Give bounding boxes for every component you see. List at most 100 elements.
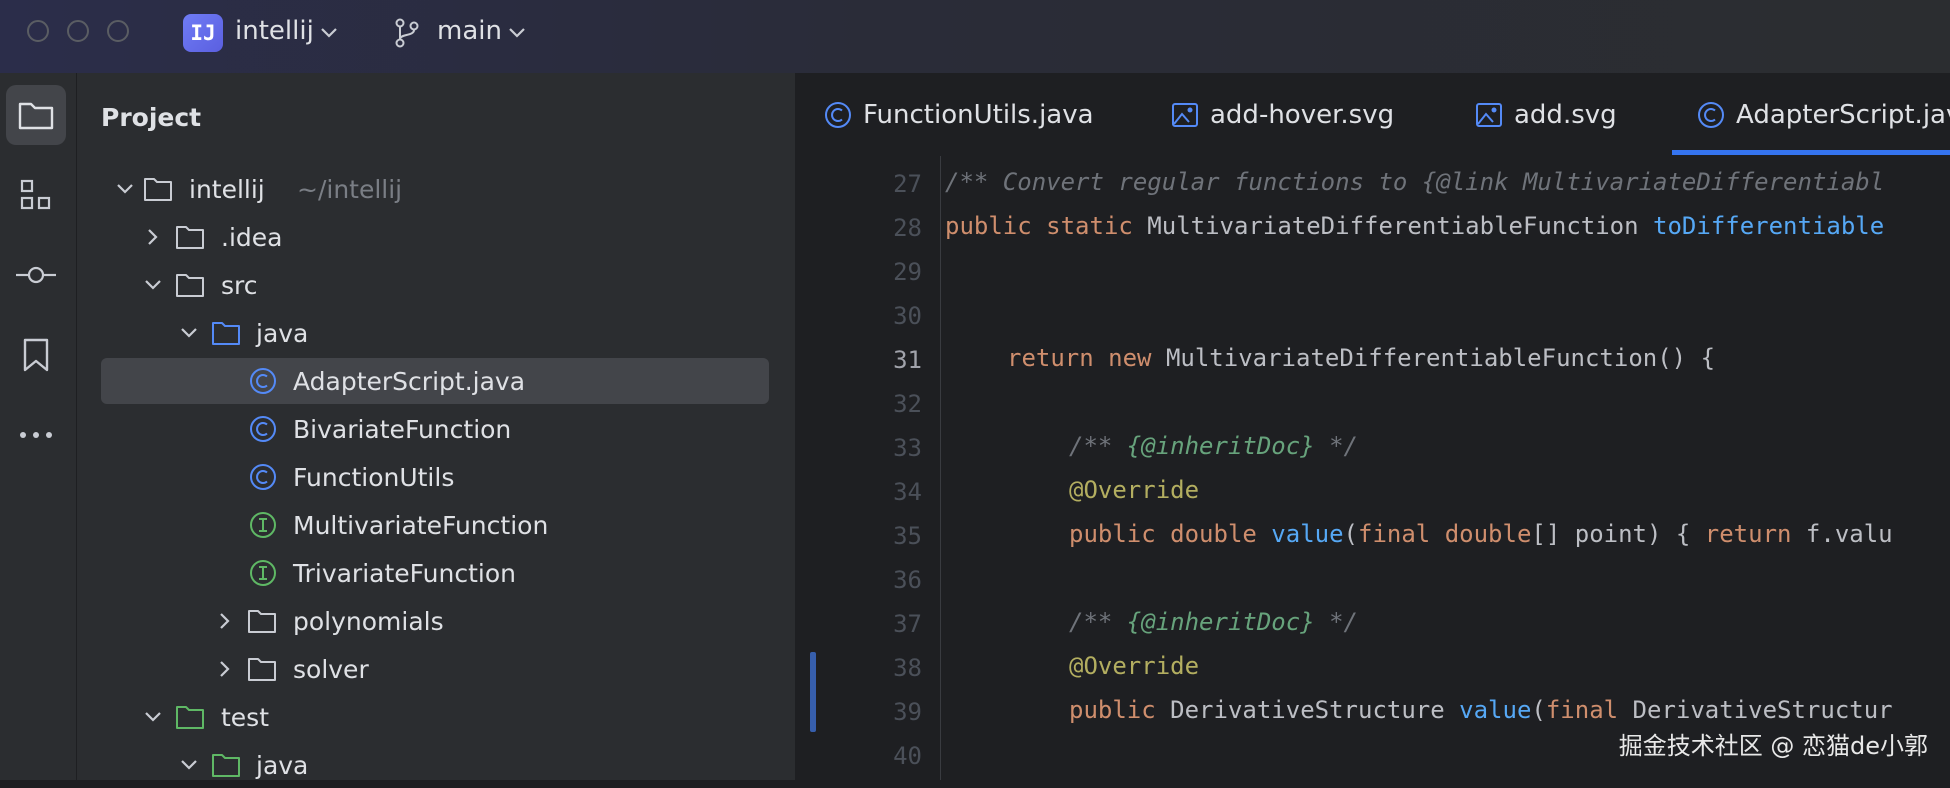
line-number: 38	[893, 654, 922, 682]
code-text: MultivariateDifferentiableFunction() {	[1151, 344, 1716, 372]
project-panel: Project intellij ~/intellij .idea src ja…	[77, 73, 796, 780]
title-bar: IJ intellij main	[0, 0, 1950, 74]
active-tab-indicator	[1672, 150, 1950, 155]
code-text: [] point) {	[1531, 520, 1705, 548]
keyword: public double	[1069, 520, 1257, 548]
tree-item-solver[interactable]: solver	[101, 646, 769, 692]
keyword: final double	[1358, 520, 1532, 548]
chevron-right-icon[interactable]	[215, 659, 235, 679]
tree-item-bivariatefunction[interactable]: BivariateFunction	[101, 406, 769, 452]
code-line-31: return new MultivariateDifferentiableFun…	[1007, 344, 1715, 372]
close-window-button[interactable]	[27, 20, 49, 42]
line-number: 32	[893, 390, 922, 418]
test-folder-icon	[176, 706, 204, 729]
class-icon	[250, 464, 276, 490]
line-number: 34	[893, 478, 922, 506]
tree-item-label: FunctionUtils	[293, 462, 455, 492]
chevron-down-icon[interactable]	[179, 323, 199, 343]
tree-item-adapterscript[interactable]: AdapterScript.java	[101, 358, 769, 404]
code-editor[interactable]: /** Convert regular functions to {@link …	[941, 156, 1950, 780]
tab-label: FunctionUtils.java	[863, 99, 1094, 130]
folder-icon	[248, 610, 276, 633]
tab-label: add.svg	[1514, 99, 1617, 130]
tree-item-label: TrivariateFunction	[293, 558, 516, 588]
branch-name[interactable]: main	[437, 16, 502, 46]
comment: /**	[1069, 432, 1127, 460]
tree-item-java-source[interactable]: java	[101, 310, 769, 356]
keyword: return	[1704, 520, 1792, 548]
maximize-window-button[interactable]	[107, 20, 129, 42]
code-line-39: public DerivativeStructure value(final D…	[1069, 696, 1893, 724]
tab-functionutils[interactable]: FunctionUtils.java	[823, 73, 1094, 156]
code-text: (	[1343, 520, 1358, 548]
tab-add-svg[interactable]: add.svg	[1474, 73, 1617, 156]
type: MultivariateDifferentiableFunction	[1132, 212, 1654, 240]
chevron-down-icon[interactable]	[320, 26, 338, 40]
tree-item-intellij[interactable]: intellij ~/intellij	[101, 166, 769, 212]
minimize-window-button[interactable]	[67, 20, 89, 42]
more-tools-button[interactable]	[6, 405, 66, 465]
test-folder-icon	[212, 754, 240, 777]
tree-item-functionutils[interactable]: FunctionUtils	[101, 454, 769, 500]
code-line-28: public static MultivariateDifferentiable…	[945, 212, 1884, 240]
folder-icon	[176, 274, 204, 297]
code-line-34: @Override	[1069, 476, 1199, 504]
comment: /**	[1069, 608, 1127, 636]
chevron-right-icon[interactable]	[143, 227, 163, 247]
line-number-current: 31	[893, 346, 922, 374]
tree-item-multivariatefunction[interactable]: MultivariateFunction	[101, 502, 769, 548]
tree-item-src[interactable]: src	[101, 262, 769, 308]
structure-tool-button[interactable]	[6, 165, 66, 225]
javadoc-tag: {@inheritDoc}	[1126, 608, 1315, 636]
chevron-down-icon[interactable]	[143, 275, 163, 295]
folder-icon	[248, 658, 276, 681]
tree-item-trivariatefunction[interactable]: TrivariateFunction	[101, 550, 769, 596]
bookmarks-tool-button[interactable]	[6, 325, 66, 385]
tree-item-java-test[interactable]: java	[101, 742, 769, 788]
method-name: toDifferentiable	[1653, 212, 1885, 240]
tree-item-test[interactable]: test	[101, 694, 769, 740]
tree-item-idea[interactable]: .idea	[101, 214, 769, 260]
class-icon	[825, 101, 851, 128]
project-badge[interactable]: IJ	[183, 14, 223, 52]
line-number: 27	[893, 170, 922, 198]
vcs-change-marker[interactable]	[810, 652, 816, 732]
line-number-gutter[interactable]: 27 28 29 30 31 32 33 34 35 36 37 38 39 4…	[796, 156, 941, 780]
keyword: final	[1545, 696, 1619, 724]
chevron-down-icon[interactable]	[143, 707, 163, 727]
tree-item-path-hint: ~/intellij	[297, 174, 403, 204]
structure-icon	[20, 179, 51, 210]
chevron-down-icon[interactable]	[179, 755, 199, 775]
interface-icon	[250, 512, 276, 538]
line-number: 40	[893, 742, 922, 770]
tree-item-label: BivariateFunction	[293, 414, 512, 444]
tab-adapterscript[interactable]: AdapterScript.java	[1696, 73, 1950, 156]
code-text: (	[1531, 696, 1546, 724]
commit-tool-button[interactable]	[6, 245, 66, 305]
tree-item-label: java	[256, 318, 309, 348]
tree-item-label: intellij	[189, 174, 265, 204]
comment: */	[1314, 608, 1358, 636]
project-name[interactable]: intellij	[235, 16, 314, 46]
chevron-down-icon[interactable]	[115, 179, 135, 199]
tree-item-label: .idea	[221, 222, 283, 252]
code-text: f.valu	[1791, 520, 1893, 548]
tree-item-polynomials[interactable]: polynomials	[101, 598, 769, 644]
git-branch-icon[interactable]	[394, 18, 420, 48]
line-number: 33	[893, 434, 922, 462]
tab-add-hover-svg[interactable]: add-hover.svg	[1170, 73, 1394, 156]
code-line-37: /** {@inheritDoc} */	[1069, 608, 1358, 636]
chevron-right-icon[interactable]	[215, 611, 235, 631]
more-icon	[20, 432, 52, 438]
keyword: public static	[945, 212, 1133, 240]
interface-icon	[250, 560, 276, 586]
keyword: public	[1069, 696, 1156, 724]
commit-icon	[16, 266, 56, 284]
project-tool-button[interactable]	[6, 85, 66, 145]
type: DerivativeStructure	[1155, 696, 1460, 724]
folder-icon	[18, 102, 54, 130]
tree-item-label: test	[221, 702, 270, 732]
chevron-down-icon[interactable]	[508, 26, 526, 40]
code-line-33: /** {@inheritDoc} */	[1069, 432, 1358, 460]
tab-label: AdapterScript.java	[1736, 99, 1950, 130]
